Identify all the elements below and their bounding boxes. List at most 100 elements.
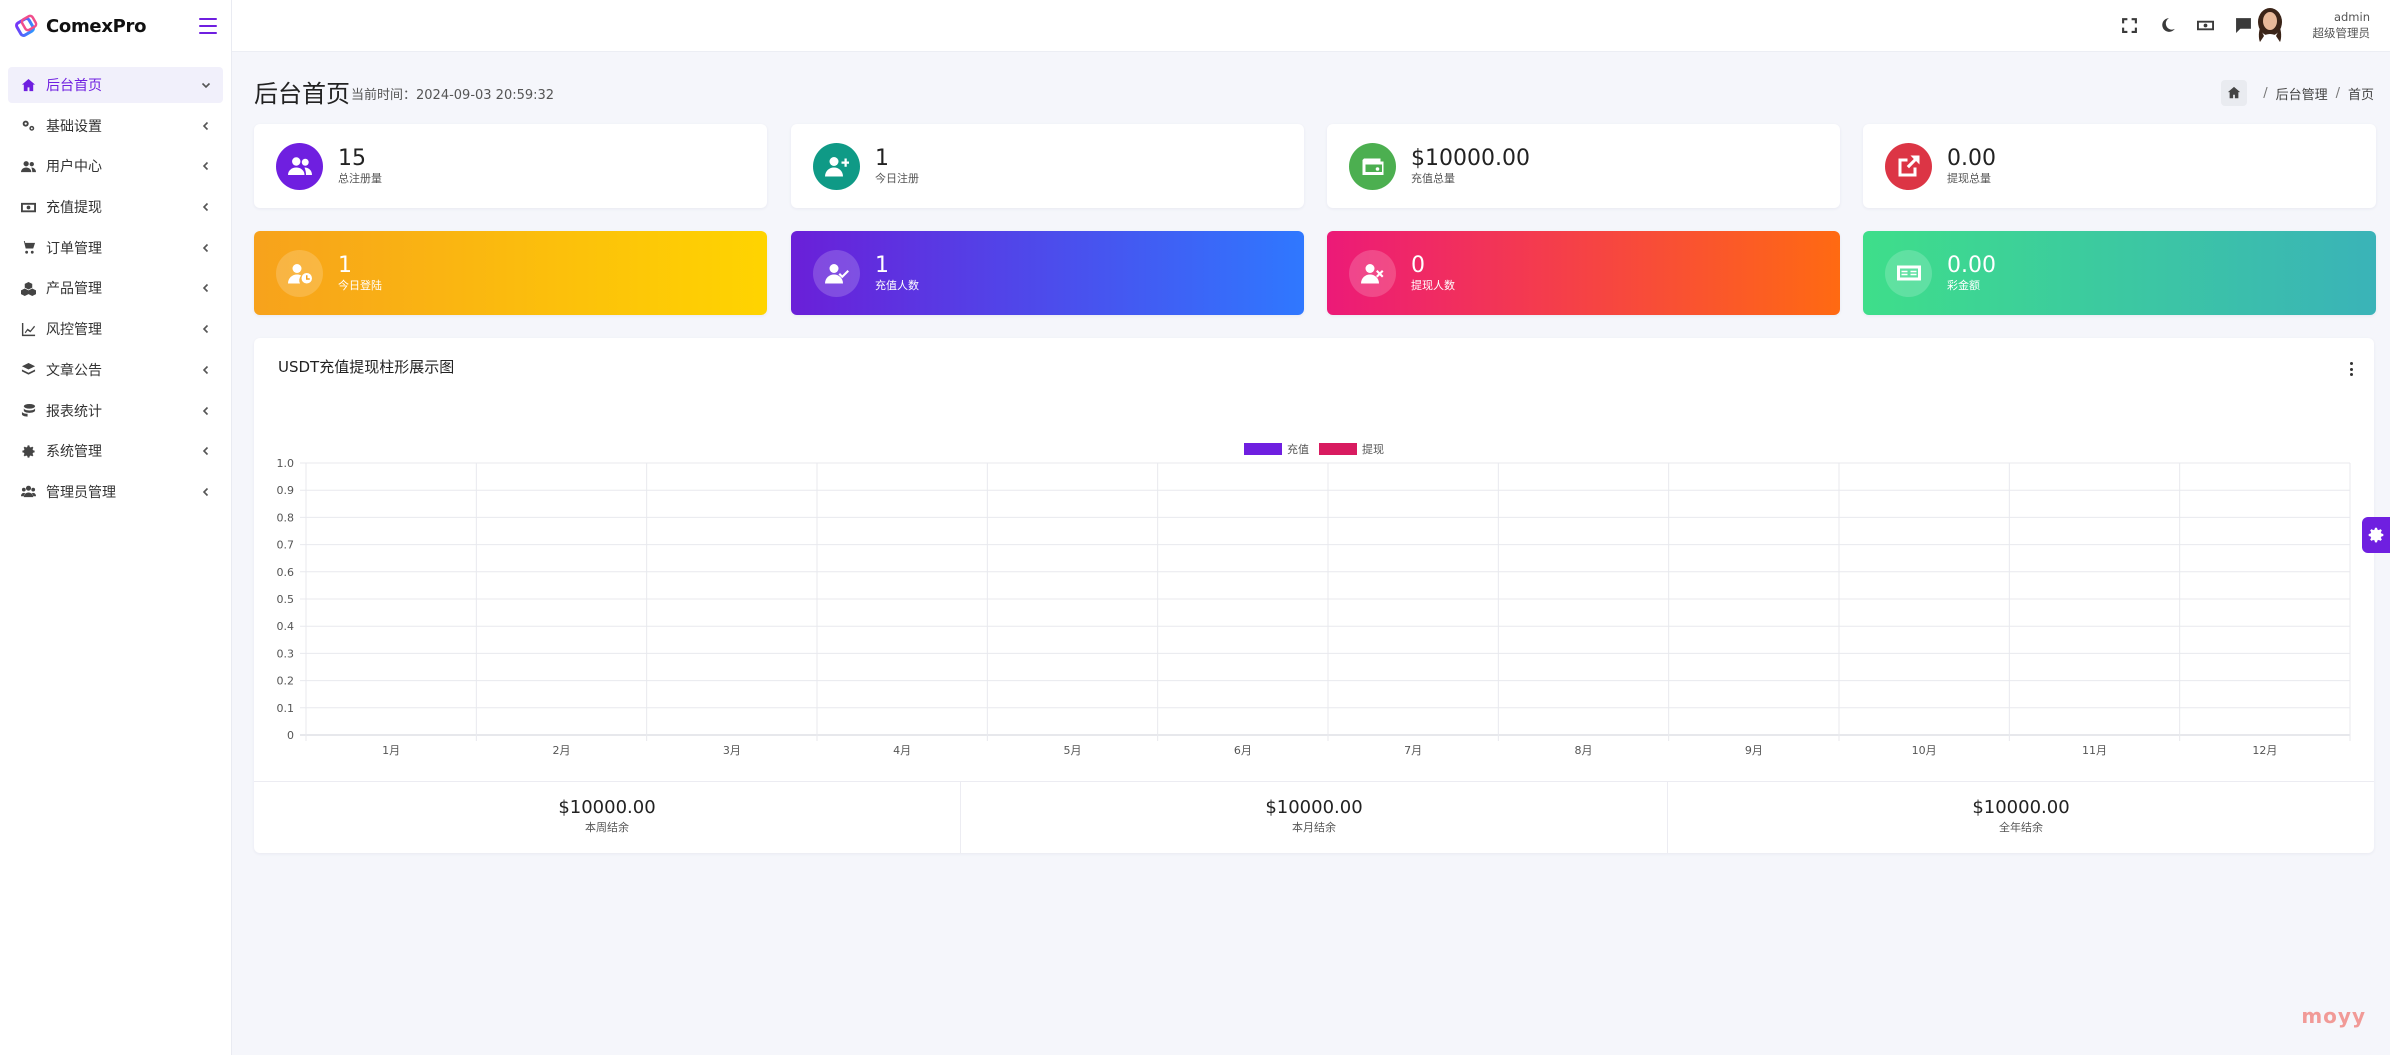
summary-value: $10000.00 [1265, 797, 1363, 818]
money-icon[interactable] [2196, 16, 2214, 34]
brand: ComexPro [0, 0, 231, 52]
x-tick-label: 5月 [1064, 744, 1082, 757]
sidebar-item-label: 管理员管理 [46, 484, 116, 501]
x-tick-label: 1月 [382, 744, 400, 757]
chart-card: USDT充值提现柱形展示图 0 0.1 0.2 0.3 0.4 0.5 0.6 0.7 0.8 0… [254, 338, 2374, 853]
y-tick-label: 0.2 [277, 675, 295, 688]
summary-label: 全年结余 [1999, 821, 2043, 834]
stat-card-withdraw-users: 0 提现人数 [1327, 231, 1840, 315]
breadcrumb-item-admin[interactable]: 后台管理 [2276, 84, 2328, 103]
home-icon [20, 77, 36, 93]
breadcrumb-item-home: 首页 [2347, 87, 2374, 103]
sidebar-item-products[interactable]: 产品管理 [8, 270, 223, 306]
sidebar-item-label: 基础设置 [46, 118, 102, 135]
summary-value: $10000.00 [558, 797, 656, 818]
user-times-icon [1349, 249, 1396, 297]
sidebar-menu: 后台首页基础设置用户中心充值提现订单管理产品管理风控管理文章公告报表统计系统管理… [0, 52, 231, 510]
chevron-left-icon [201, 365, 211, 375]
stat-label: 总注册量 [338, 172, 382, 185]
stat-card-today-registrations: 1 今日注册 [791, 124, 1304, 208]
stat-value: 1 [875, 146, 889, 171]
sidebar-item-label: 文章公告 [46, 362, 102, 379]
wallet-icon [1349, 142, 1396, 190]
sidebar-item-home[interactable]: 后台首页 [8, 67, 223, 103]
legend-label: 充值 [1287, 442, 1309, 456]
stat-value: 0.00 [1947, 253, 1996, 278]
stat-label: 彩金额 [1947, 279, 1980, 292]
menu-toggle-button[interactable] [199, 18, 217, 34]
breadcrumb: / 后台管理 / 首页 [2221, 80, 2374, 106]
stat-label: 充值总量 [1411, 172, 1455, 185]
x-tick-label: 4月 [893, 744, 911, 757]
stat-value: $10000.00 [1411, 146, 1530, 171]
money-check-icon [1885, 249, 1932, 297]
y-tick-label: 0.8 [277, 511, 295, 524]
y-tick-label: 0.6 [277, 566, 295, 579]
y-tick-label: 0.5 [277, 593, 295, 606]
user-clock-icon [276, 249, 323, 297]
message-icon[interactable] [2234, 16, 2252, 34]
external-link-icon [1885, 142, 1932, 190]
x-tick-label: 2月 [553, 744, 571, 757]
x-tick-label: 8月 [1575, 744, 1593, 757]
user-group-icon [20, 484, 36, 500]
chevron-left-icon [201, 487, 211, 497]
chevron-left-icon [201, 121, 211, 131]
stat-label: 今日注册 [875, 172, 919, 185]
sidebar-item-recharge-withdraw[interactable]: 充值提现 [8, 189, 223, 225]
sidebar-item-label: 充值提现 [46, 200, 102, 217]
sidebar-item-articles[interactable]: 文章公告 [8, 352, 223, 388]
brand-logo-icon [15, 14, 38, 37]
sidebar-item-label: 用户中心 [46, 159, 102, 176]
sidebar-item-admins[interactable]: 管理员管理 [8, 474, 223, 510]
chevron-left-icon [201, 243, 211, 253]
stat-label: 提现人数 [1411, 279, 1455, 292]
user-plus-icon [813, 142, 860, 190]
chevron-left-icon [201, 406, 211, 416]
stat-value: 1 [875, 253, 889, 278]
user-role: 超级管理员 [2312, 26, 2371, 40]
sidebar-item-system[interactable]: 系统管理 [8, 433, 223, 469]
users-icon [276, 142, 323, 190]
user-name: admin [2333, 10, 2370, 24]
page-title: 后台首页 [254, 80, 350, 108]
stat-label: 充值人数 [875, 279, 919, 292]
money-bill-icon [20, 199, 36, 215]
sidebar-item-risk-control[interactable]: 风控管理 [8, 311, 223, 347]
home-icon[interactable] [2221, 80, 2248, 106]
sidebar-item-label: 产品管理 [46, 281, 102, 298]
sidebar-item-label: 订单管理 [46, 240, 102, 257]
legend-swatch [1319, 443, 1357, 455]
sidebar-item-reports[interactable]: 报表统计 [8, 393, 223, 429]
cart-icon [20, 240, 36, 256]
user-check-icon [813, 249, 860, 297]
chevron-left-icon [201, 161, 211, 171]
summary-cell: $10000.00 本周结余 [254, 782, 961, 853]
moon-icon[interactable] [2158, 16, 2176, 34]
avatar[interactable] [2252, 6, 2288, 46]
gear-icon [20, 443, 36, 459]
users-icon [20, 158, 36, 174]
sidebar-item-label: 风控管理 [46, 322, 102, 339]
user-info[interactable]: admin 超级管理员 [2313, 9, 2371, 41]
x-tick-label: 7月 [1404, 744, 1422, 757]
cubes-icon [20, 280, 36, 296]
brand-name: ComexPro [46, 15, 147, 37]
settings-gear-icon[interactable] [2362, 517, 2390, 553]
sidebar-item-orders[interactable]: 订单管理 [8, 230, 223, 266]
y-tick-label: 0.7 [277, 539, 295, 552]
layers-icon [20, 362, 36, 378]
x-tick-label: 6月 [1234, 744, 1252, 757]
stat-label: 提现总量 [1947, 172, 1991, 185]
coins-icon [20, 403, 36, 419]
sidebar-item-label: 后台首页 [46, 78, 102, 94]
sidebar-item-user-center[interactable]: 用户中心 [8, 148, 223, 184]
x-tick-label: 11月 [2082, 744, 2107, 757]
y-tick-label: 0.3 [277, 647, 295, 660]
stat-value: 0.00 [1947, 146, 1996, 171]
chevron-left-icon [201, 324, 211, 334]
summary-label: 本周结余 [585, 821, 629, 834]
sidebar-item-basic-settings[interactable]: 基础设置 [8, 108, 223, 144]
sidebar-item-label: 报表统计 [46, 403, 102, 420]
fullscreen-icon[interactable] [2120, 16, 2138, 34]
